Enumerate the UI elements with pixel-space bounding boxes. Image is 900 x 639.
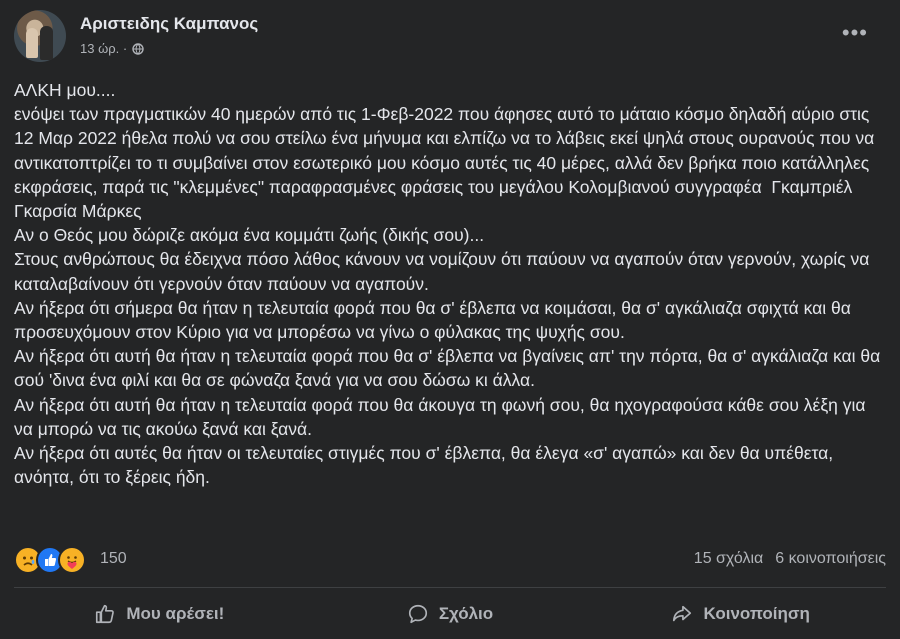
reaction-count[interactable]: 150 xyxy=(100,550,127,568)
comment-button[interactable]: Σχόλιο xyxy=(305,594,596,634)
post-meta: 13 ώρ. · xyxy=(80,41,144,56)
care-reaction-icon xyxy=(58,546,86,574)
share-button[interactable]: Κοινοποίηση xyxy=(595,594,886,634)
reactions-bar: 150 15 σχόλια 6 κοινοποιήσεις xyxy=(14,546,886,574)
post-paragraph: Στους ανθρώπους θα έδειχνα πόσο λάθος κά… xyxy=(14,249,875,294)
post-header: Αριστειδης Καμπανος 13 ώρ. · ••• xyxy=(14,10,886,62)
post-time[interactable]: 13 ώρ. · xyxy=(80,41,127,56)
post-paragraph: ΑΛΚΗ μου.... xyxy=(14,80,116,100)
post-paragraph: Αν ήξερα ότι σήμερα θα ήταν η τελευταία … xyxy=(14,297,856,343)
share-button-label: Κοινοποίηση xyxy=(703,604,810,623)
globe-icon[interactable] xyxy=(132,42,144,55)
post-actions: Μου αρέσει! Σχόλιο Κοινοποίηση xyxy=(14,594,886,634)
post-paragraph: Αν ο Θεός μου δώριζε ακόμα ένα κομμάτι ζ… xyxy=(14,225,485,246)
avatar-figure-right xyxy=(40,26,53,60)
thumbs-up-icon xyxy=(96,604,115,624)
post-text: ΑΛΚΗ μου.... ενόψει των πραγματικών 40 η… xyxy=(14,78,886,489)
shares-count[interactable]: 6 κοινοποιήσεις xyxy=(775,550,886,568)
divider xyxy=(14,587,886,588)
comment-icon xyxy=(408,604,427,624)
post-paragraph: Αν ήξερα ότι αυτή θα ήταν η τελευταία φο… xyxy=(14,346,886,391)
reaction-icons[interactable] xyxy=(14,546,86,574)
like-button-label: Μου αρέσει! xyxy=(126,604,225,623)
like-button[interactable]: Μου αρέσει! xyxy=(14,594,305,634)
comments-count[interactable]: 15 σχόλια xyxy=(694,550,763,568)
post-paragraph: ενόψει των πραγματικών 40 ημερών από τις… xyxy=(14,104,880,222)
avatar-figure-left xyxy=(26,28,38,58)
post-paragraph: Αν ήξερα ότι αυτές θα ήταν οι τελευταίες… xyxy=(14,443,839,488)
engagement-counts: 15 σχόλια 6 κοινοποιήσεις xyxy=(694,550,886,568)
avatar[interactable] xyxy=(14,10,66,62)
share-icon xyxy=(673,605,692,622)
post-paragraph: Αν ήξερα ότι αυτή θα ήταν η τελευταία φο… xyxy=(14,394,871,439)
author-name[interactable]: Αριστειδης Καμπανος xyxy=(80,14,258,34)
comment-button-label: Σχόλιο xyxy=(438,604,494,623)
more-options-icon[interactable]: ••• xyxy=(842,22,868,44)
